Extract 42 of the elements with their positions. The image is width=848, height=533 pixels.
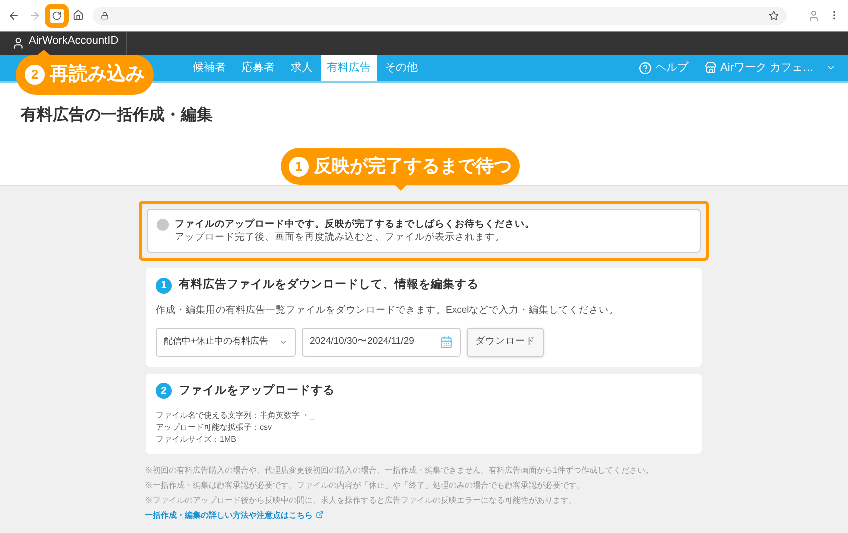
step-number: 1	[156, 278, 172, 294]
help-icon	[638, 62, 652, 74]
account-name[interactable]: AirWorkAccountID	[29, 36, 119, 47]
store-name[interactable]: Airワーク カフェ…	[720, 60, 814, 76]
calendar-icon[interactable]	[440, 336, 453, 348]
nav-tab[interactable]: 候補者	[185, 55, 234, 81]
callout-number: 2	[25, 65, 45, 85]
step-number: 2	[156, 383, 172, 400]
upload-requirement: ファイル名で使える文字列：半角英数字 ・_	[156, 410, 315, 422]
lock-icon	[101, 12, 109, 20]
upload-requirement: ファイルサイズ：1MB	[156, 434, 236, 446]
callout-text: 再読み込み	[50, 62, 145, 87]
user-icon	[12, 37, 25, 50]
nav-tab[interactable]: 応募者	[234, 55, 283, 81]
alert-message: アップロード完了後、画面を再度読み込むと、ファイルが表示されます。	[175, 231, 506, 244]
forward-button[interactable]	[29, 10, 41, 22]
back-button[interactable]	[8, 10, 20, 22]
external-link-icon[interactable]	[316, 511, 324, 520]
nav-tab[interactable]: 求人	[283, 55, 321, 81]
nav-tab[interactable]: 有料広告	[321, 55, 377, 81]
profile-icon[interactable]	[808, 10, 820, 22]
page-title: 有料広告の一括作成・編集	[21, 105, 214, 126]
date-range-field[interactable]: 2024/10/30〜2024/11/29	[302, 328, 461, 356]
alert-title: ファイルのアップロード中です。反映が完了するまでしばらくお待ちください。	[175, 218, 535, 231]
callout-text: 反映が完了するまで待つ	[314, 155, 512, 178]
upload-requirement: アップロード可能な拡張子：csv	[156, 422, 272, 434]
ad-status-select[interactable]: 配信中+休止中の有料広告	[156, 328, 296, 356]
reload-button[interactable]	[50, 8, 64, 22]
callout-number: 1	[289, 156, 309, 176]
help-link[interactable]: ヘルプ	[656, 60, 688, 76]
step-title: 有料広告ファイルをダウンロードして、情報を編集する	[179, 277, 479, 293]
note-text: ※ファイルのアップロード後から反映中の間に、求人を操作すると広告ファイルの反映エラーになる可能性があります。	[145, 494, 577, 507]
bookmark-star-icon[interactable]	[769, 10, 779, 20]
nav-tab[interactable]: その他	[377, 55, 426, 81]
help-link[interactable]: 一括作成・編集の詳しい方法や注意点はこちら	[145, 508, 313, 523]
note-text: ※初回の有料広告購入の場合や、代理店変更後初回の購入の場合、一括作成・編集できません。有料広告画面から1件ずつ作成してください。	[145, 464, 654, 477]
download-button[interactable]: ダウンロード	[467, 328, 544, 356]
step-description: 作成・編集用の有料広告一覧ファイルをダウンロードできます。Excelなどで入力・編集してください。	[156, 304, 620, 318]
home-button[interactable]	[73, 10, 84, 21]
note-text: ※一括作成・編集は顧客承認が必要です。ファイルの内容が「休止」や「終了」処理のみの場合でも顧客承認が必要です。	[145, 480, 585, 492]
store-icon	[704, 62, 716, 74]
step-title: ファイルをアップロードする	[179, 383, 335, 398]
